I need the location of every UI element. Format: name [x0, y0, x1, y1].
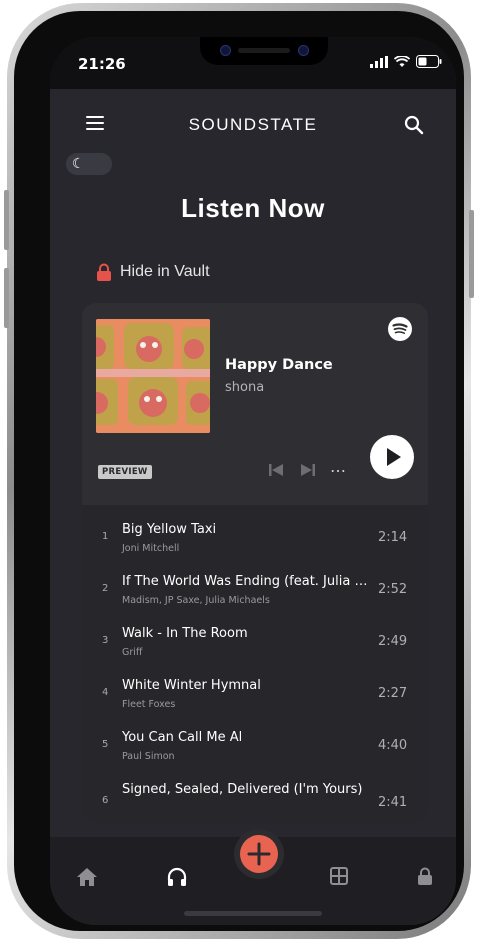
- screen: 21:26 SOUNDSTATE ☾ Listen Now Hide in Va…: [50, 37, 456, 925]
- preview-badge: PREVIEW: [98, 465, 152, 479]
- track-title: You Can Call Me Al: [122, 730, 243, 745]
- page-title: Listen Now: [181, 193, 325, 223]
- track-row[interactable]: 2 If The World Was Ending (feat. Julia M…: [82, 557, 428, 609]
- app-header: SOUNDSTATE: [50, 89, 456, 147]
- track-duration: 2:27: [378, 686, 408, 701]
- notch: [200, 37, 328, 65]
- next-icon[interactable]: [300, 463, 316, 477]
- track-artist: Madism, JP Saxe, Julia Michaels: [122, 595, 270, 606]
- wifi-icon: [394, 55, 410, 67]
- track-duration: 2:41: [378, 795, 408, 810]
- signal-icon: [370, 55, 388, 68]
- spotify-icon[interactable]: [388, 317, 412, 341]
- track-number: 4: [102, 687, 109, 698]
- track-row[interactable]: 1 Big Yellow Taxi Joni Mitchell 2:14: [82, 505, 428, 557]
- track-number: 2: [102, 583, 109, 594]
- previous-icon[interactable]: [268, 463, 284, 477]
- track-title: If The World Was Ending (feat. Julia Mic…: [122, 574, 376, 589]
- now-playing-panel: Happy Dance shona PREVIEW …: [82, 303, 428, 505]
- track-artist: Joni Mitchell: [122, 543, 180, 554]
- track-title: Signed, Sealed, Delivered (I'm Yours): [122, 782, 363, 797]
- track-duration: 2:52: [378, 582, 408, 597]
- theme-toggle[interactable]: ☾: [66, 153, 112, 175]
- track-number: 5: [102, 739, 109, 750]
- track-number: 1: [102, 531, 109, 542]
- track-duration: 4:40: [378, 738, 408, 753]
- camera-icon: [220, 45, 231, 56]
- playlist-card: Happy Dance shona PREVIEW … 1 Big Yellow…: [82, 303, 428, 823]
- lock-icon: [97, 263, 111, 281]
- headphones-icon[interactable]: [166, 867, 188, 887]
- play-button[interactable]: [370, 435, 414, 479]
- track-number: 3: [102, 635, 109, 646]
- volume-up-button: [4, 190, 9, 250]
- track-row[interactable]: 4 White Winter Hymnal Fleet Foxes 2:27: [82, 661, 428, 713]
- now-playing-title: Happy Dance: [225, 357, 333, 373]
- status-time: 21:26: [78, 55, 126, 73]
- track-row[interactable]: 3 Walk - In The Room Griff 2:49: [82, 609, 428, 661]
- speaker-grille: [238, 48, 290, 53]
- track-number: 6: [102, 795, 109, 806]
- track-row[interactable]: 6 Signed, Sealed, Delivered (I'm Yours) …: [82, 765, 428, 817]
- lock-icon[interactable]: [417, 867, 433, 886]
- more-icon[interactable]: …: [330, 457, 346, 476]
- album-art: [96, 319, 210, 433]
- album-cover[interactable]: [96, 319, 210, 433]
- status-bar: 21:26: [50, 37, 456, 89]
- track-title: White Winter Hymnal: [122, 678, 261, 693]
- home-icon[interactable]: [76, 867, 98, 887]
- home-indicator: [184, 911, 322, 916]
- grid-icon[interactable]: [330, 867, 348, 885]
- vault-label: Hide in Vault: [120, 263, 210, 280]
- phone-body: 21:26 SOUNDSTATE ☾ Listen Now Hide in Va…: [14, 11, 464, 931]
- track-title: Big Yellow Taxi: [122, 522, 217, 537]
- track-artist: Griff: [122, 647, 143, 658]
- track-artist: Paul Simon: [122, 751, 175, 762]
- track-duration: 2:14: [378, 530, 408, 545]
- track-list: 1 Big Yellow Taxi Joni Mitchell 2:14 2 I…: [82, 505, 428, 823]
- moon-icon: ☾: [72, 156, 85, 172]
- track-duration: 2:49: [378, 634, 408, 649]
- search-icon[interactable]: [404, 115, 424, 135]
- volume-down-button: [4, 268, 9, 328]
- track-artist: Fleet Foxes: [122, 699, 176, 710]
- app-title: SOUNDSTATE: [188, 115, 318, 134]
- track-title: Walk - In The Room: [122, 626, 248, 641]
- add-icon: [247, 842, 271, 866]
- track-row[interactable]: 5 You Can Call Me Al Paul Simon 4:40: [82, 713, 428, 765]
- status-icons: [370, 55, 442, 68]
- battery-icon: [416, 55, 442, 68]
- sensor-icon: [298, 45, 309, 56]
- power-button: [469, 210, 474, 298]
- play-icon: [387, 448, 401, 466]
- add-button[interactable]: [240, 835, 278, 873]
- hide-in-vault-toggle[interactable]: Hide in Vault: [96, 263, 210, 281]
- now-playing-artist: shona: [225, 380, 265, 395]
